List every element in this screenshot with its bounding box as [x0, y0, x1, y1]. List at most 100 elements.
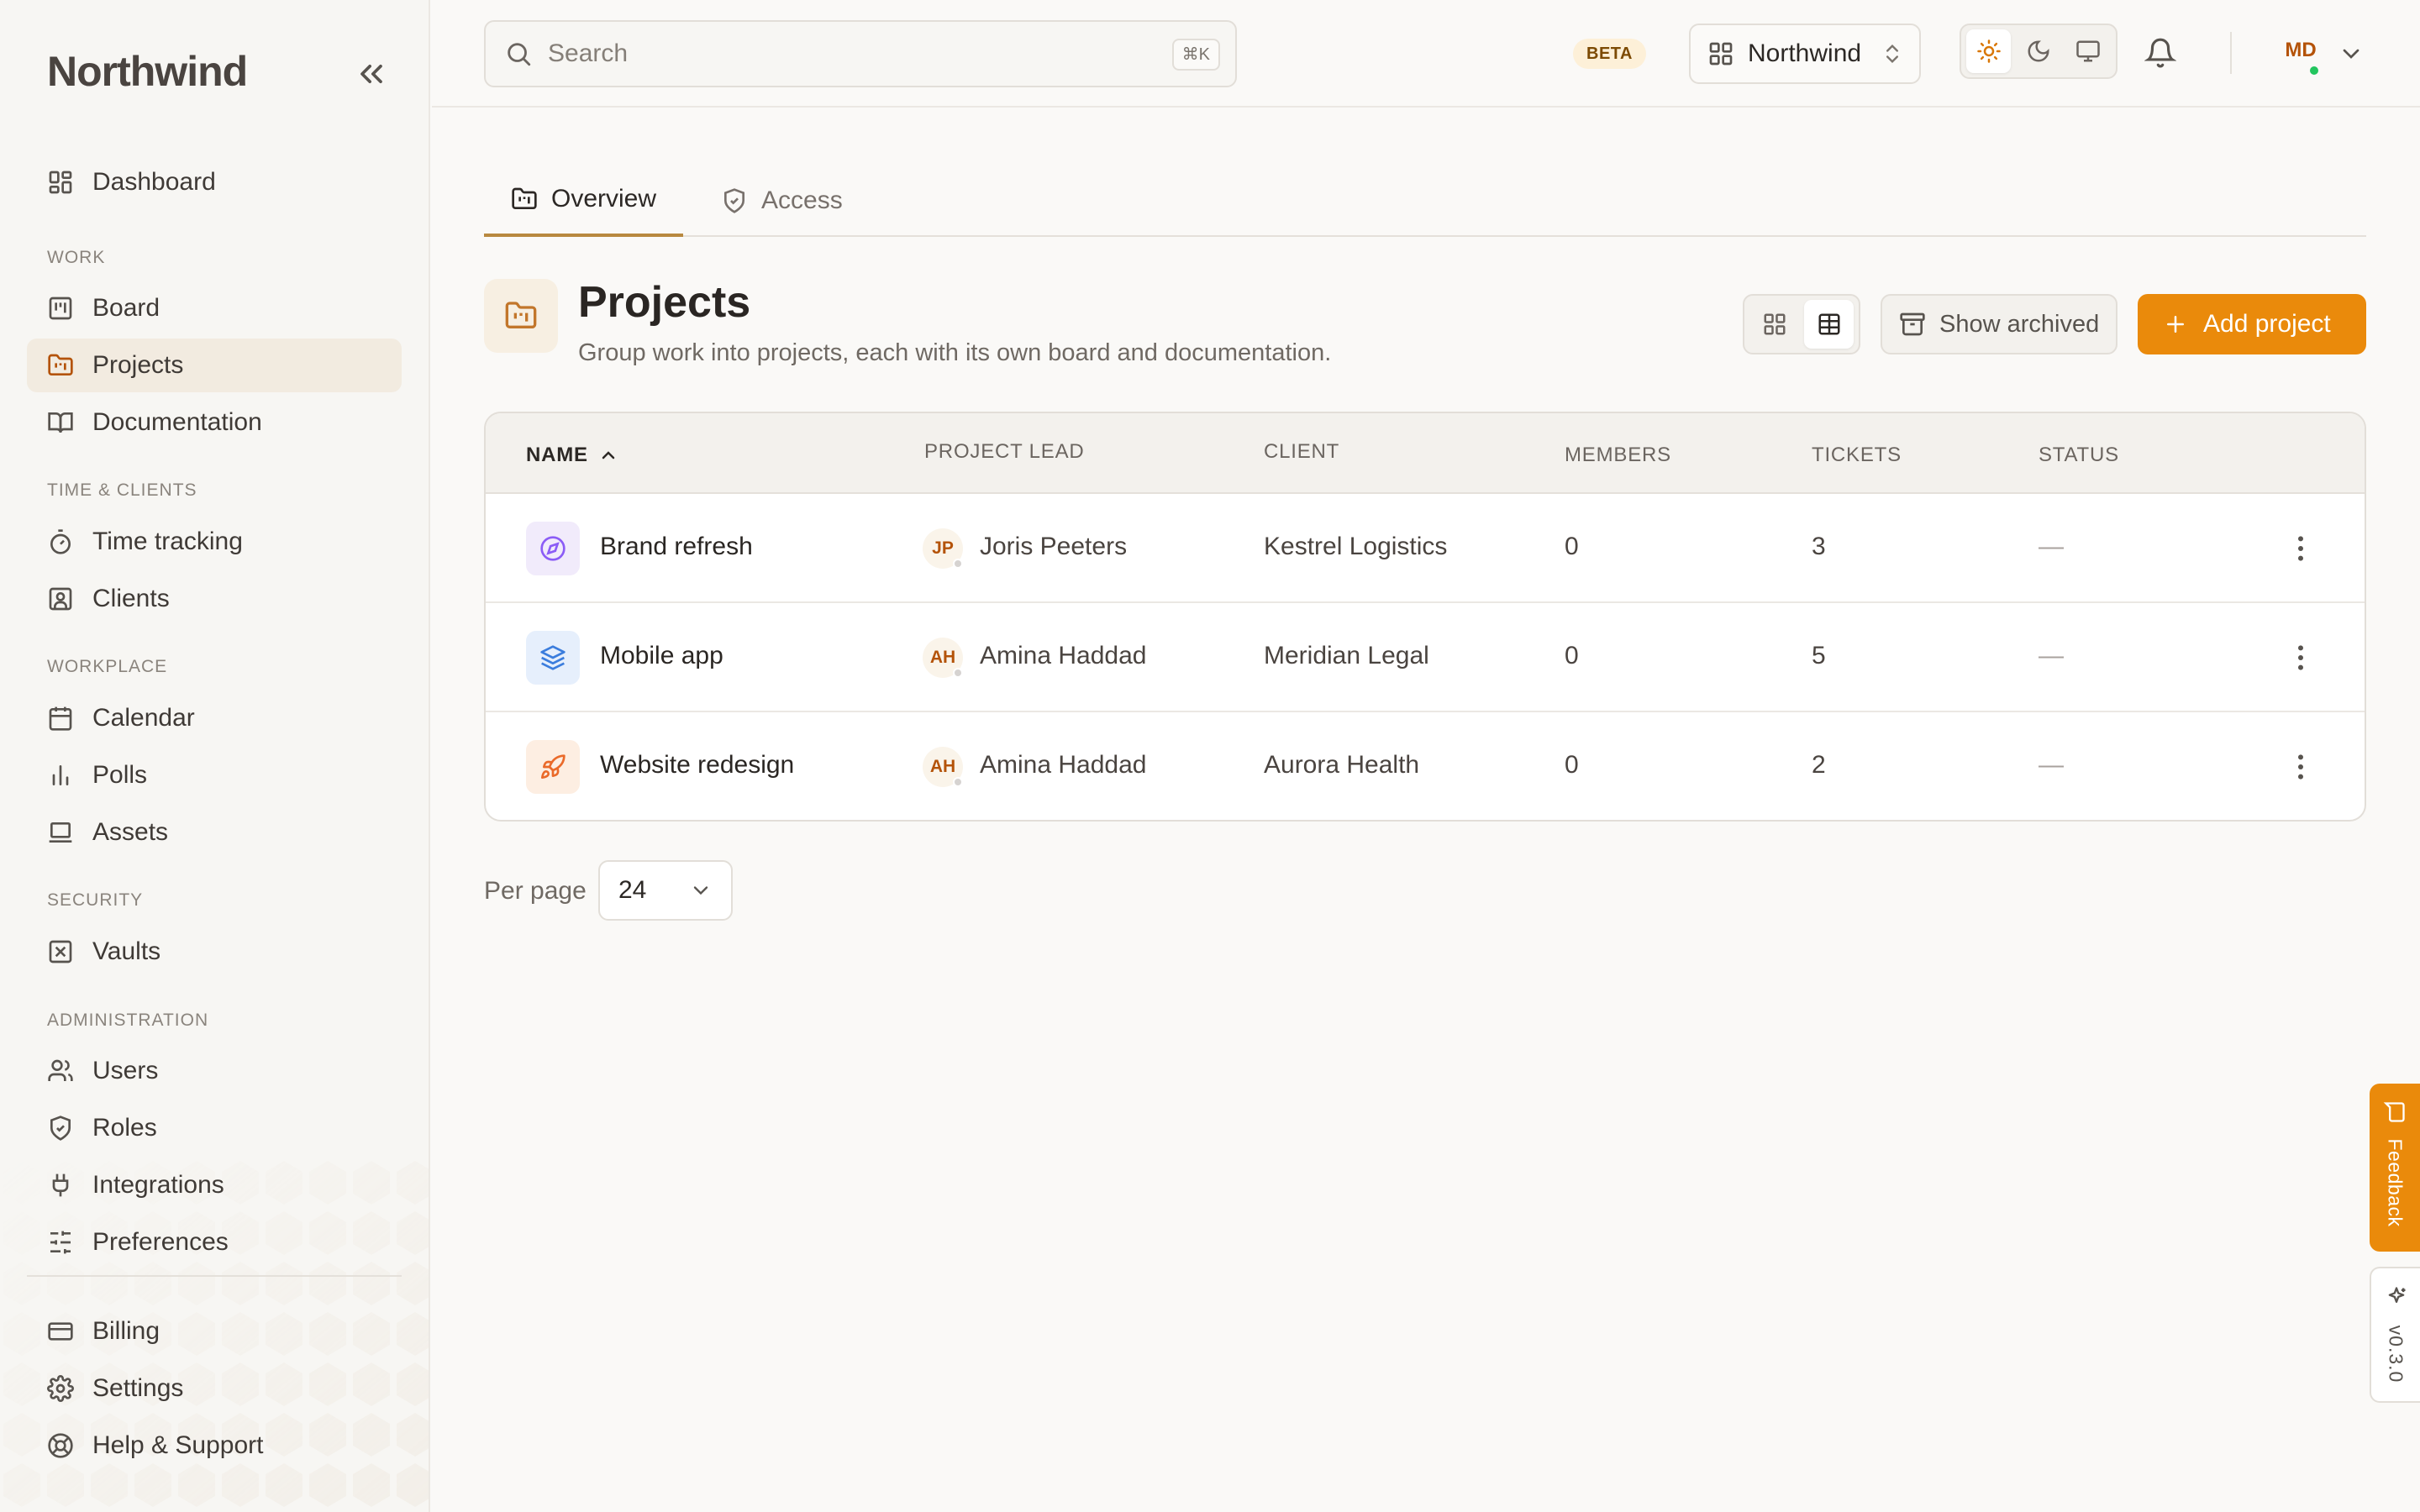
chevrons-up-down-icon [1886, 45, 1898, 63]
folder-kanban-icon [505, 302, 537, 328]
show-archived-button[interactable]: Show archived [1881, 294, 2118, 354]
section-label-security: Security [47, 890, 144, 910]
project-name[interactable]: Website redesign [600, 751, 794, 780]
tab-access[interactable]: Access [694, 165, 870, 237]
user-avatar[interactable]: MD [2275, 25, 2326, 77]
sidebar-item-roles[interactable]: Roles [27, 1101, 402, 1155]
collapse-sidebar-icon[interactable] [353, 55, 390, 92]
page-title: Projects [578, 278, 751, 327]
sidebar-item-time-tracking[interactable]: Time tracking [27, 515, 402, 569]
more-vertical-icon[interactable] [2284, 532, 2317, 565]
members-count: 0 [1565, 751, 1579, 779]
sidebar-item-label: Vaults [92, 937, 161, 965]
sidebar-item-vaults[interactable]: Vaults [27, 925, 402, 979]
sidebar-item-clients[interactable]: Clients [27, 572, 402, 626]
tickets-count: 3 [1812, 533, 1826, 560]
sidebar-item-calendar[interactable]: Calendar [27, 691, 402, 745]
sidebar-item-integrations[interactable]: Integrations [27, 1158, 402, 1212]
sun-icon [1976, 39, 2001, 63]
dark-theme-button[interactable] [2016, 29, 2060, 73]
moon-icon [2028, 40, 2049, 62]
light-theme-button[interactable] [1966, 29, 2012, 73]
sidebar-item-help[interactable]: Help & Support [27, 1419, 402, 1473]
button-label: Show archived [1939, 310, 2100, 338]
sidebar-item-polls[interactable]: Polls [27, 748, 402, 802]
page-subtitle: Group work into projects, each with its … [578, 339, 1332, 366]
sidebar-item-label: Integrations [92, 1171, 224, 1199]
kanban-icon [49, 297, 72, 320]
lead-avatar: JP [923, 528, 963, 569]
workspace-name: Northwind [1748, 39, 1862, 67]
more-vertical-icon[interactable] [2284, 750, 2317, 784]
monitor-icon [2076, 40, 2101, 62]
tickets-count: 5 [1812, 642, 1826, 669]
shield-check-icon [724, 188, 744, 213]
grid-view-button[interactable] [1749, 300, 1799, 349]
sidebar-item-preferences[interactable]: Preferences [27, 1215, 402, 1269]
more-vertical-icon[interactable] [2284, 641, 2317, 675]
dashboard-icon [49, 171, 72, 194]
compass-icon [540, 536, 566, 561]
sidebar-item-label: Assets [92, 818, 169, 846]
version-tab[interactable]: v0.3.0 [2370, 1267, 2420, 1403]
search-shortcut-hint: ⌘K [1171, 39, 1220, 71]
tab-overview[interactable]: Overview [484, 165, 684, 237]
column-header-members[interactable]: Members [1565, 444, 1671, 467]
sidebar-item-billing[interactable]: Billing [27, 1305, 402, 1358]
members-count: 0 [1565, 642, 1579, 669]
system-theme-button[interactable] [2066, 29, 2111, 73]
folder-kanban-icon [512, 187, 537, 209]
per-page-value: 24 [618, 876, 647, 904]
client-name: Aurora Health [1264, 751, 1420, 779]
app-logo[interactable]: Northwind [47, 47, 248, 96]
column-header-lead[interactable]: Project lead [924, 440, 1085, 464]
sidebar-item-documentation[interactable]: Documentation [27, 396, 402, 449]
chevron-down-icon[interactable] [2338, 40, 2365, 67]
chevron-down-icon [693, 886, 708, 895]
contact-icon [49, 587, 72, 611]
bar-chart-icon [52, 765, 69, 785]
table-row[interactable]: Website redesign AH Amina Haddad Aurora … [486, 712, 2365, 820]
life-buoy-icon [48, 1433, 73, 1458]
project-lead: Amina Haddad [980, 642, 1147, 669]
shield-check-icon [50, 1116, 71, 1141]
table-row[interactable]: Mobile app AH Amina Haddad Meridian Lega… [486, 603, 2365, 712]
plus-icon [2167, 316, 2184, 333]
page-tabs: Overview Access [484, 165, 2366, 237]
sidebar-item-projects[interactable]: Projects [27, 339, 402, 392]
search-bar[interactable]: ⌘K [484, 20, 1237, 87]
client-name: Kestrel Logistics [1264, 533, 1448, 560]
add-project-button[interactable]: Add project [2138, 294, 2366, 354]
tickets-count: 2 [1812, 751, 1826, 779]
project-name[interactable]: Mobile app [600, 642, 723, 670]
table-view-button[interactable] [1804, 300, 1854, 349]
sidebar-item-label: Polls [92, 761, 148, 789]
column-header-client[interactable]: Client [1264, 440, 1339, 464]
lead-initials: AH [929, 648, 956, 667]
per-page-select[interactable]: 24 [598, 860, 733, 921]
sidebar-item-board[interactable]: Board [27, 281, 402, 335]
column-header-status[interactable]: Status [2039, 444, 2119, 467]
sidebar-item-label: Users [92, 1057, 159, 1084]
column-header-tickets[interactable]: Tickets [1812, 444, 1902, 467]
section-label-workplace: Workplace [47, 657, 168, 676]
book-open-icon [48, 412, 73, 433]
bell-icon[interactable] [2144, 35, 2176, 71]
column-header-name[interactable]: Name [526, 444, 618, 467]
feedback-tab[interactable]: Feedback [2370, 1084, 2420, 1252]
sidebar-item-dashboard[interactable]: Dashboard [27, 155, 402, 209]
tab-label: Overview [551, 185, 657, 213]
version-label: v0.3.0 [2385, 1325, 2407, 1383]
theme-switcher [1960, 24, 2118, 79]
users-icon [48, 1059, 73, 1081]
sidebar-item-settings[interactable]: Settings [27, 1362, 402, 1415]
sidebar-item-users[interactable]: Users [27, 1044, 402, 1098]
search-input[interactable] [548, 39, 1136, 68]
sidebar: Northwind Dashboard Work Board Projects … [0, 0, 430, 1512]
project-name[interactable]: Brand refresh [600, 533, 753, 561]
project-lead: Joris Peeters [980, 533, 1128, 560]
projects-header-icon [484, 279, 558, 353]
workspace-switcher[interactable]: Northwind [1689, 24, 1921, 84]
sidebar-item-assets[interactable]: Assets [27, 806, 402, 859]
table-row[interactable]: Brand refresh JP Joris Peeters Kestrel L… [486, 494, 2365, 603]
